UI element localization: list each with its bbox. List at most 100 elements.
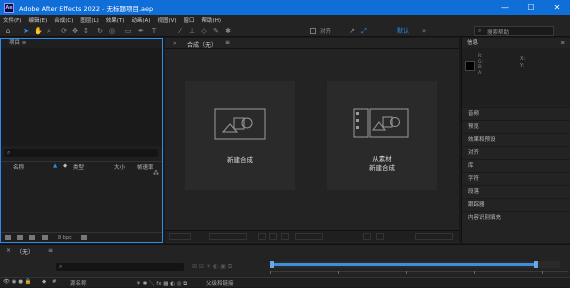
menu-animation[interactable]: 动画(A)	[131, 16, 150, 24]
timecode-display[interactable]	[295, 233, 323, 240]
zoom-tool-icon[interactable]: ⌕	[45, 27, 53, 35]
panel-menu-icon[interactable]: ≡	[560, 38, 565, 48]
work-area-bar[interactable]	[270, 263, 538, 266]
menu-layer[interactable]: 图层(L)	[80, 16, 98, 24]
pan-behind-tool-icon[interactable]: ◎	[108, 27, 116, 35]
search-help-input[interactable]: ⌕ 搜索帮助	[474, 26, 554, 36]
mask-visibility-icon[interactable]	[281, 233, 289, 240]
bit-depth-label[interactable]: 8 bpc	[58, 235, 72, 241]
menu-composition[interactable]: 合成(C)	[54, 16, 73, 24]
ruler-tick	[474, 271, 475, 274]
maximize-button[interactable]: ☐	[518, 0, 544, 15]
new-composition-icon[interactable]	[29, 235, 35, 240]
label-tag-icon[interactable]: ◆	[42, 279, 46, 285]
rectangle-tool-icon[interactable]: ▭	[124, 27, 132, 35]
visibility-icons[interactable]: 👁 ◉ ● 🔒	[3, 279, 32, 285]
layer-number-icon: #	[52, 279, 57, 285]
pen-tool-icon[interactable]: ✒	[137, 27, 145, 35]
menu-edit[interactable]: 编辑(E)	[28, 16, 47, 24]
info-panel-title: 信息 ≡	[462, 38, 570, 48]
info-rgba: R: G: B: A:	[478, 54, 483, 76]
eraser-tool-icon[interactable]: ◇	[200, 27, 208, 35]
timeline-search-input[interactable]: ⌕	[56, 263, 184, 271]
menu-help[interactable]: 帮助(H)	[202, 16, 221, 24]
layer-switch-icons[interactable]: ⚘ ✱ ＼ fx ▦ ◐ ◎ ⧉	[136, 279, 187, 288]
puppet-tool-icon[interactable]: ✱	[224, 27, 232, 35]
type-tool-icon[interactable]: T	[150, 27, 158, 35]
menu-bar: 文件(F) 编辑(E) 合成(C) 图层(L) 效果(T) 动画(A) 视图(V…	[0, 15, 570, 25]
roto-brush-tool-icon[interactable]: ✎	[212, 27, 220, 35]
menu-window[interactable]: 窗口	[184, 16, 195, 24]
panel-menu-icon[interactable]: ≡	[22, 40, 27, 46]
panel-libraries[interactable]: 库	[462, 159, 570, 171]
minimize-button[interactable]: —	[492, 0, 518, 15]
info-b: B:	[478, 65, 483, 70]
composition-tab[interactable]: 合成（无）	[187, 40, 217, 49]
delete-icon[interactable]	[81, 235, 87, 240]
workspace-menu-icon[interactable]: »	[420, 27, 428, 35]
hand-tool-icon[interactable]: ✋	[34, 27, 43, 35]
project-search-input[interactable]: ⌕	[4, 149, 158, 157]
selection-tool-icon[interactable]: ➤	[22, 27, 30, 35]
region-of-interest-icon[interactable]	[258, 233, 266, 240]
col-type[interactable]: 类型	[73, 163, 84, 171]
rotate-tool-icon[interactable]: ↻	[96, 27, 104, 35]
flowchart-icon[interactable]: ⁂	[153, 170, 159, 177]
sort-up-icon[interactable]: ▲	[53, 163, 57, 169]
expand-icon[interactable]: ⤢	[360, 27, 368, 35]
panel-character[interactable]: 字符	[462, 172, 570, 184]
panel-align[interactable]: 对齐	[462, 146, 570, 158]
panel-tracker[interactable]: 跟踪器	[462, 198, 570, 210]
composition-footer-bar	[165, 230, 459, 241]
composition-icon	[214, 108, 266, 140]
menu-file[interactable]: 文件(F)	[3, 16, 21, 24]
timeline-switches[interactable]: ⊞ ⊟ ☀ ◐ ▣ ⧉	[192, 263, 262, 271]
pan-tool-icon[interactable]: ✥	[71, 27, 79, 35]
snap-checkbox[interactable]	[310, 28, 316, 34]
menu-effect[interactable]: 效果(T)	[106, 16, 125, 24]
col-size[interactable]: 大小	[114, 163, 125, 171]
panel-menu-icon[interactable]: ≡	[225, 39, 230, 46]
menu-view[interactable]: 视图(V)	[157, 16, 176, 24]
panel-paragraph[interactable]: 段落	[462, 185, 570, 197]
col-fps[interactable]: 帧速率	[137, 163, 154, 171]
search-help-placeholder: 搜索帮助	[487, 30, 510, 36]
snap-magnet-icon[interactable]: ↗	[348, 27, 356, 35]
panel-content-aware-fill[interactable]: 内容识别填充	[462, 211, 570, 223]
work-area-start-handle[interactable]	[270, 261, 274, 268]
show-snapshot-icon[interactable]	[376, 233, 384, 240]
workspace-default[interactable]: 默认	[397, 26, 409, 35]
ruler-tick	[542, 271, 543, 274]
new-composition-card[interactable]: 新建合成	[185, 81, 295, 190]
panel-audio[interactable]: 音频	[462, 107, 570, 119]
transparency-grid-icon[interactable]	[269, 233, 277, 240]
close-button[interactable]: ✕	[544, 0, 570, 15]
tool-bar: ⌂ ➤ ✋ ⌕ ⟳ ✥ ↕ ↻ ◎ ▭ ✒ T ⁄ ⊥ ◇ ✎ ✱ 对齐 ↗ ⤢…	[0, 25, 570, 37]
interpret-footage-icon[interactable]	[5, 235, 11, 240]
magnification-dropdown[interactable]	[169, 233, 191, 240]
close-tab-icon[interactable]: ×	[6, 247, 11, 254]
new-folder-icon[interactable]	[17, 235, 23, 240]
new-comp-from-footage-card[interactable]: 从素材 新建合成	[327, 81, 437, 190]
resolution-dropdown[interactable]	[209, 233, 247, 240]
clone-stamp-tool-icon[interactable]: ⊥	[188, 27, 196, 35]
snap-label: 对齐	[320, 29, 332, 35]
view-dropdown[interactable]	[415, 233, 453, 240]
panel-effects-presets[interactable]: 效果和预设	[462, 133, 570, 145]
timeline-tab[interactable]: （无）	[16, 247, 34, 256]
orbit-tool-icon[interactable]: ⟳	[60, 27, 68, 35]
home-icon[interactable]: ⌂	[4, 27, 12, 35]
search-icon: ⌕	[478, 27, 482, 34]
snapshot-icon[interactable]	[363, 233, 371, 240]
brush-tool-icon[interactable]: ⁄	[176, 27, 184, 35]
panel-preview[interactable]: 预览	[462, 120, 570, 132]
dolly-tool-icon[interactable]: ↕	[82, 27, 90, 35]
work-area-end-handle[interactable]	[534, 261, 538, 268]
panel-menu-icon[interactable]: ≡	[48, 247, 53, 254]
adjust-project-icon[interactable]	[42, 235, 48, 240]
from-footage-label-2: 新建合成	[369, 164, 395, 172]
lock-icon[interactable]: »	[173, 40, 177, 47]
col-name[interactable]: 名称	[13, 163, 24, 171]
project-panel-title: 项目 ≡	[1, 39, 162, 48]
label-tag-icon[interactable]: ◆	[63, 163, 67, 169]
